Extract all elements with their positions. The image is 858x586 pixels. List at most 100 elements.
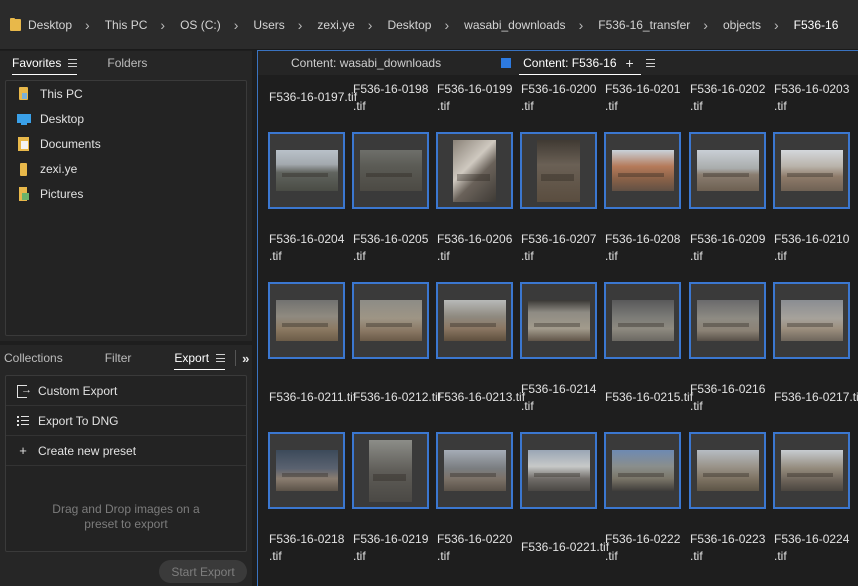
- thumbnail-image: [527, 450, 590, 491]
- filename-line: .tif: [690, 99, 703, 113]
- expand-panel-icon[interactable]: »: [242, 351, 249, 366]
- thumbnail-image: [611, 150, 674, 191]
- menu-icon[interactable]: [68, 59, 78, 67]
- favorite-this-pc[interactable]: This PC: [6, 81, 246, 106]
- thumbnail-filename: F536-16-0217.tif: [774, 389, 858, 406]
- thumbnail[interactable]: [689, 432, 766, 509]
- thumbnail-filename: F536-16-0213.tif: [437, 389, 525, 406]
- favorite-zexi-ye[interactable]: zexi.ye: [6, 156, 246, 181]
- favorite-label: Pictures: [40, 186, 84, 201]
- tab-content-f536-16[interactable]: Content: F536-16 +: [497, 51, 659, 75]
- export-icon: [16, 383, 32, 398]
- thumbnail-image: [275, 300, 338, 341]
- thumbnail[interactable]: [520, 432, 597, 509]
- preset-label: Custom Export: [38, 383, 118, 398]
- thumbnail-filename: F536-16-0211.tif: [269, 389, 356, 406]
- start-export-button[interactable]: Start Export: [159, 560, 247, 583]
- chevron-right-icon: ›: [367, 16, 373, 33]
- thumbnail[interactable]: [352, 282, 429, 359]
- thumbnail-filename: F536-16-0221.tif: [521, 539, 609, 556]
- thumbnail-image: [780, 450, 843, 491]
- tab-favorites[interactable]: Favorites: [12, 53, 78, 75]
- thumbnail[interactable]: [268, 432, 345, 509]
- favorites-panel: Favorites Folders This PC Desktop Docume…: [0, 51, 252, 341]
- filename-line: .tif: [774, 249, 787, 263]
- thumbnail-filename: F536-16-0215.tif: [605, 389, 693, 406]
- filename-line: F536-16-0210: [774, 232, 850, 246]
- thumbnail[interactable]: [689, 282, 766, 359]
- thumbnail-filename: F536-16-0218 .tif: [269, 531, 344, 565]
- tab-collections[interactable]: Collections: [4, 348, 63, 368]
- breadcrumb-item[interactable]: F536-16_transfer: [598, 18, 690, 32]
- filename-line: F536-16-0199: [437, 82, 513, 96]
- desktop-icon: [16, 112, 32, 126]
- filename-line: .tif: [437, 549, 450, 563]
- thumbnail[interactable]: [436, 282, 513, 359]
- breadcrumb-item[interactable]: objects: [723, 18, 761, 32]
- thumbnail[interactable]: [604, 282, 681, 359]
- thumbnail[interactable]: [520, 132, 597, 209]
- thumbnail[interactable]: [352, 432, 429, 509]
- create-new-preset-button[interactable]: + Create new preset: [6, 436, 246, 466]
- favorites-tabs: Favorites Folders: [0, 51, 252, 75]
- breadcrumb-item[interactable]: Desktop: [28, 18, 72, 32]
- filename-line: F536-16-0207: [521, 232, 597, 246]
- thumbnail-image: [359, 300, 422, 341]
- drag-drop-hint: Drag and Drop images on a preset to expo…: [52, 502, 200, 531]
- preset-custom-export[interactable]: Custom Export: [6, 376, 246, 406]
- add-tab-icon[interactable]: +: [626, 55, 634, 71]
- content-tabs: Content: wasabi_downloads Content: F536-…: [258, 51, 858, 75]
- preset-export-to-dng[interactable]: Export To DNG: [6, 406, 246, 436]
- breadcrumb-item[interactable]: wasabi_downloads: [464, 18, 565, 32]
- favorite-desktop[interactable]: Desktop: [6, 106, 246, 131]
- thumbnail-image: [696, 300, 759, 341]
- thumbnail-filename: F536-16-0200 .tif: [521, 81, 596, 115]
- breadcrumb-item[interactable]: OS (C:): [180, 18, 221, 32]
- user-folder-icon: [16, 162, 32, 176]
- thumbnail[interactable]: [773, 132, 850, 209]
- thumbnail[interactable]: [773, 432, 850, 509]
- thumbnail[interactable]: [773, 282, 850, 359]
- plus-icon: +: [19, 442, 27, 458]
- thumbnail[interactable]: [604, 432, 681, 509]
- thumbnail-filename: F536-16-0201 .tif: [605, 81, 680, 115]
- filename-line: .tif: [269, 249, 282, 263]
- tab-folders[interactable]: Folders: [107, 53, 147, 73]
- filename-line: F536-16-0197.tif: [269, 90, 358, 104]
- breadcrumb-item[interactable]: Users: [253, 18, 284, 32]
- thumbnail-filename: F536-16-0199 .tif: [437, 81, 512, 115]
- thumbnail[interactable]: [520, 282, 597, 359]
- filename-line: F536-16-0218: [269, 532, 345, 546]
- thumbnail-filename: F536-16-0205 .tif: [353, 231, 428, 265]
- breadcrumb-item[interactable]: Desktop: [387, 18, 431, 32]
- thumbnail[interactable]: [604, 132, 681, 209]
- filename-line: F536-16-0212.tif: [353, 390, 442, 404]
- export-tabs: Collections Filter Export »: [0, 345, 252, 371]
- menu-icon[interactable]: [216, 354, 226, 362]
- breadcrumb-item[interactable]: This PC: [105, 18, 148, 32]
- thumbnail-filename: F536-16-0204 .tif: [269, 231, 344, 265]
- breadcrumb-item[interactable]: zexi.ye: [317, 18, 354, 32]
- favorite-label: Desktop: [40, 111, 85, 126]
- favorite-pictures[interactable]: Pictures: [6, 181, 246, 206]
- menu-icon[interactable]: [645, 59, 655, 67]
- favorite-documents[interactable]: Documents: [6, 131, 246, 156]
- thumbnail[interactable]: [352, 132, 429, 209]
- tab-content-wasabi-downloads[interactable]: Content: wasabi_downloads: [287, 51, 445, 75]
- filename-line: .tif: [353, 549, 366, 563]
- thumbnail[interactable]: [268, 282, 345, 359]
- thumbnail-image: [611, 450, 674, 491]
- thumbnail[interactable]: [268, 132, 345, 209]
- tab-filter[interactable]: Filter: [105, 348, 132, 368]
- thumbnail[interactable]: [436, 432, 513, 509]
- thumbnail[interactable]: [689, 132, 766, 209]
- tab-export[interactable]: Export: [174, 348, 226, 370]
- breadcrumb-item[interactable]: F536-16: [794, 18, 839, 32]
- thumbnail-image: [611, 300, 674, 341]
- thumbnail-filename: F536-16-0208 .tif: [605, 231, 680, 265]
- thumbnail-image: [527, 300, 590, 341]
- thumbnail[interactable]: [436, 132, 513, 209]
- thumbnail-filename: F536-16-0202 .tif: [690, 81, 765, 115]
- chevron-right-icon: ›: [85, 16, 90, 33]
- thumbnail-image: [453, 139, 496, 202]
